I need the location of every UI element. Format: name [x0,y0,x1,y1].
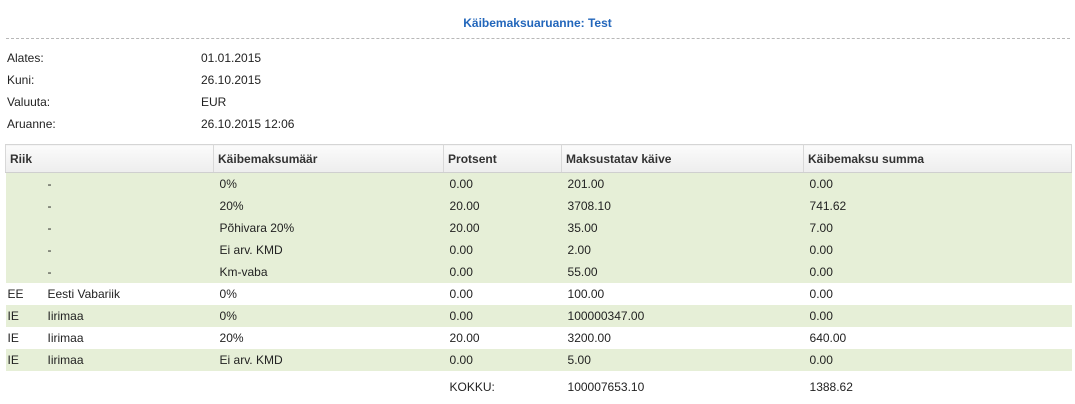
meta-label: Aruanne: [7,117,56,131]
total-vat-sum: 1388.62 [803,371,1072,403]
cell-percent: 0.00 [443,239,562,261]
table-row: EE Eesti Vabariik 0% 0.00 100.00 0.00 [5,283,1072,305]
table-row: - Ei arv. KMD 0.00 2.00 0.00 [5,239,1072,261]
column-header-percent[interactable]: Protsent [443,144,563,173]
cell-country-name: Eesti Vabariik [47,283,214,305]
cell-taxable: 2.00 [561,239,804,261]
cell-vat-sum: 741.62 [803,195,1072,217]
cell-country-code: IE [5,327,48,349]
cell-taxable: 3200.00 [561,327,804,349]
table-row: - Km-vaba 0.00 55.00 0.00 [5,261,1072,283]
cell-country-code [5,261,48,283]
total-taxable: 100007653.10 [561,371,804,403]
title-divider [6,38,1070,39]
meta-value: 26.10.2015 [201,73,262,87]
column-header-country[interactable]: Riik [4,144,215,173]
cell-taxable: 3708.10 [561,195,804,217]
cell-empty [5,371,48,403]
cell-country-code: IE [5,305,48,327]
cell-vat-rate: 0% [213,172,444,195]
cell-vat-rate: 0% [213,305,444,327]
cell-vat-rate: 0% [213,283,444,305]
cell-empty [213,371,444,403]
column-header-vat-sum[interactable]: Käibemaksu summa [803,144,1073,173]
cell-percent: 0.00 [443,261,562,283]
cell-percent: 0.00 [443,349,562,371]
table-row: IE Iirimaa 20% 20.00 3200.00 640.00 [5,327,1072,349]
cell-percent: 20.00 [443,195,562,217]
meta-value: 01.01.2015 [201,51,262,65]
table-row: - Põhivara 20% 20.00 35.00 7.00 [5,217,1072,239]
cell-country-code [5,239,48,261]
cell-empty [47,371,214,403]
cell-vat-rate: Ei arv. KMD [213,239,444,261]
cell-vat-sum: 640.00 [803,327,1072,349]
cell-vat-rate: Km-vaba [213,261,444,283]
total-label: KOKKU: [443,371,562,403]
cell-country-name: - [47,195,214,217]
cell-vat-sum: 0.00 [803,172,1072,195]
vat-table: Riik Käibemaksumäär Protsent Maksustatav… [4,144,1073,403]
cell-country-name: - [47,239,214,261]
cell-percent: 0.00 [443,172,562,195]
table-row: - 20% 20.00 3708.10 741.62 [5,195,1072,217]
cell-country-code [5,195,48,217]
table-row: IE Iirimaa 0% 0.00 100000347.00 0.00 [5,305,1072,327]
column-header-vat-rate[interactable]: Käibemaksumäär [213,144,445,173]
cell-vat-sum: 0.00 [803,349,1072,371]
meta-label: Alates: [7,51,44,65]
meta-label: Valuuta: [7,95,51,109]
cell-taxable: 100.00 [561,283,804,305]
table-row: IE Iirimaa Ei arv. KMD 0.00 5.00 0.00 [5,349,1072,371]
cell-country-name: Iirimaa [47,305,214,327]
cell-vat-sum: 0.00 [803,239,1072,261]
cell-vat-rate: Põhivara 20% [213,217,444,239]
column-header-taxable[interactable]: Maksustatav käive [561,144,805,173]
cell-taxable: 5.00 [561,349,804,371]
cell-country-code: IE [5,349,48,371]
table-row: - 0% 0.00 201.00 0.00 [5,172,1072,195]
cell-country-code [5,217,48,239]
cell-vat-rate: 20% [213,195,444,217]
cell-country-name: - [47,217,214,239]
cell-percent: 20.00 [443,327,562,349]
cell-vat-sum: 0.00 [803,283,1072,305]
cell-percent: 0.00 [443,305,562,327]
cell-country-name: - [47,261,214,283]
report-title: Käibemaksuaruanne: Test [463,16,612,30]
cell-vat-rate: 20% [213,327,444,349]
meta-label: Kuni: [7,73,35,87]
cell-percent: 20.00 [443,217,562,239]
meta-value: 26.10.2015 12:06 [201,117,295,131]
cell-taxable: 35.00 [561,217,804,239]
meta-value: EUR [201,95,227,109]
cell-taxable: 100000347.00 [561,305,804,327]
table-total-row: KOKKU: 100007653.10 1388.62 [5,371,1072,403]
cell-country-code: EE [5,283,48,305]
cell-vat-sum: 0.00 [803,305,1072,327]
cell-percent: 0.00 [443,283,562,305]
vat-report: Käibemaksuaruanne: Test Alates: 01.01.20… [0,0,1075,404]
cell-vat-rate: Ei arv. KMD [213,349,444,371]
cell-taxable: 201.00 [561,172,804,195]
cell-vat-sum: 7.00 [803,217,1072,239]
table-header-row: Riik Käibemaksumäär Protsent Maksustatav… [4,144,1073,173]
cell-country-name: Iirimaa [47,327,214,349]
cell-taxable: 55.00 [561,261,804,283]
cell-vat-sum: 0.00 [803,261,1072,283]
cell-country-name: - [47,172,214,195]
cell-country-name: Iirimaa [47,349,214,371]
cell-country-code [5,172,48,195]
